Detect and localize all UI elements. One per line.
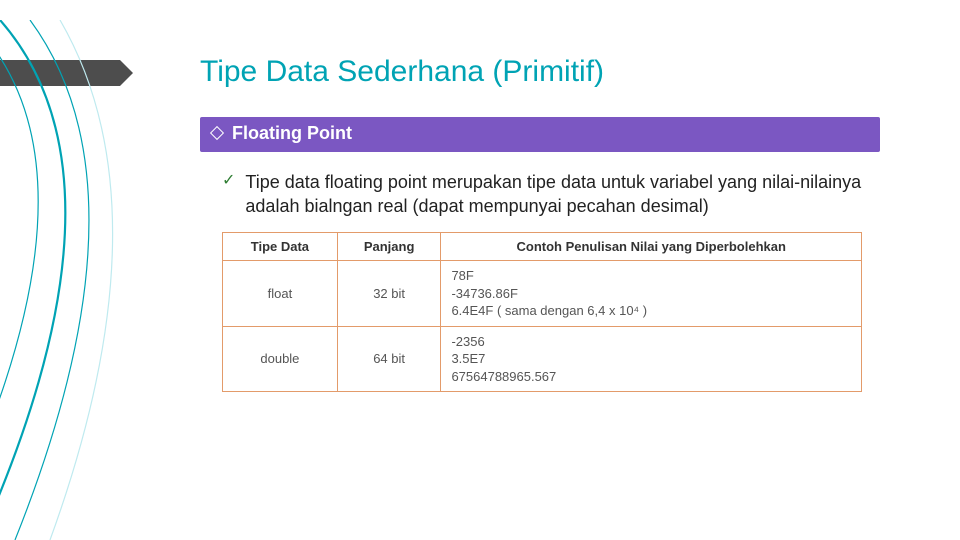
- slide-content: Tipe Data Sederhana (Primitif) Floating …: [200, 55, 920, 392]
- table-header-type: Tipe Data: [223, 233, 338, 261]
- decorative-bar: [0, 60, 120, 86]
- decorative-swoosh: [0, 20, 220, 540]
- table-row: double 64 bit -2356 3.5E7 67564788965.56…: [223, 326, 862, 392]
- cell-length: 64 bit: [337, 326, 441, 392]
- table-header-row: Tipe Data Panjang Contoh Penulisan Nilai…: [223, 233, 862, 261]
- table-row: float 32 bit 78F -34736.86F 6.4E4F ( sam…: [223, 261, 862, 327]
- cell-example: 78F -34736.86F 6.4E4F ( sama dengan 6,4 …: [441, 261, 862, 327]
- cell-type: float: [223, 261, 338, 327]
- cell-example: -2356 3.5E7 67564788965.567: [441, 326, 862, 392]
- diamond-bullet-icon: [210, 126, 224, 140]
- table-header-example: Contoh Penulisan Nilai yang Diperbolehka…: [441, 233, 862, 261]
- data-type-table: Tipe Data Panjang Contoh Penulisan Nilai…: [222, 232, 862, 392]
- cell-length: 32 bit: [337, 261, 441, 327]
- bullet-item: ✓ Tipe data floating point merupakan tip…: [222, 170, 862, 218]
- check-icon: ✓: [222, 170, 235, 192]
- subheading-bar: Floating Point: [200, 117, 880, 152]
- table-header-length: Panjang: [337, 233, 441, 261]
- cell-type: double: [223, 326, 338, 392]
- page-title: Tipe Data Sederhana (Primitif): [200, 55, 920, 89]
- bullet-text: Tipe data floating point merupakan tipe …: [245, 170, 862, 218]
- subheading-text: Floating Point: [232, 123, 352, 143]
